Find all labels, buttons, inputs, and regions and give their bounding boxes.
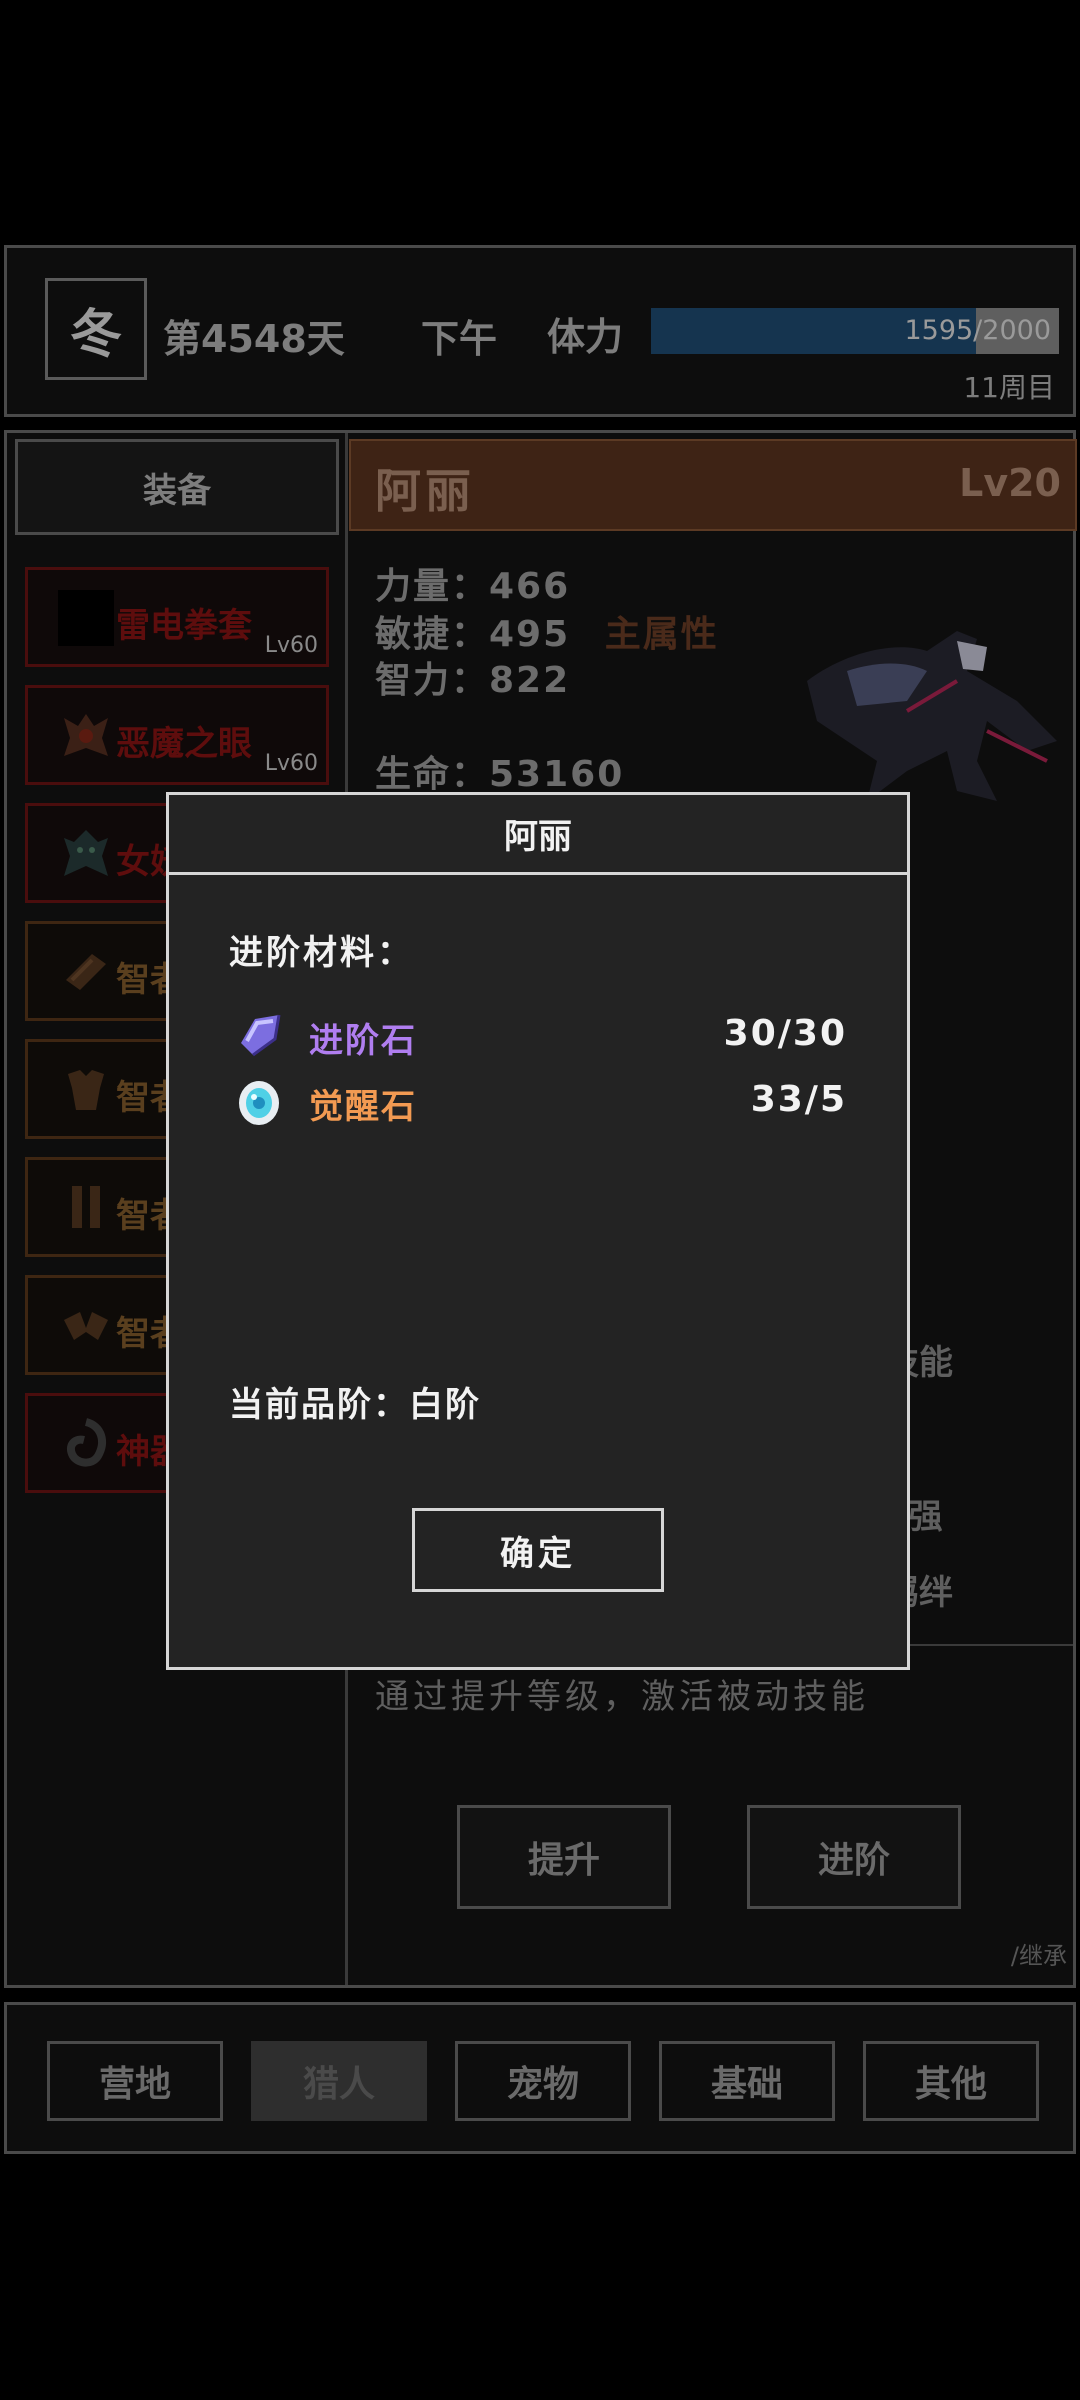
equipment-slot[interactable]: 雷电拳套 Lv60 xyxy=(25,567,329,667)
passive-skill-hint: 通过提升等级，激活被动技能 xyxy=(375,1677,869,1717)
bottom-nav: 营地 猎人 宠物 基础 其他 xyxy=(4,2002,1076,2154)
stat-intelligence: 智力：822 xyxy=(375,660,571,701)
equipment-slot[interactable]: 恶魔之眼 Lv60 xyxy=(25,685,329,785)
shoulder-icon xyxy=(58,1298,114,1354)
banshee-icon xyxy=(58,826,114,882)
main-attribute-tag: 主属性 xyxy=(604,614,719,655)
advance-stone-icon xyxy=(233,1009,285,1061)
advance-dialog: 阿丽 进阶材料： 进阶石 30/30 觉醒石 33/5 当前品阶：白阶 确定 xyxy=(166,792,910,1670)
stamina-label: 体力 xyxy=(547,315,624,359)
bracer-icon xyxy=(58,944,114,1000)
equipment-level: Lv60 xyxy=(264,633,318,658)
season-badge: 冬 xyxy=(45,278,147,380)
stat-hp: 生命：53160 xyxy=(375,754,625,795)
time-of-day: 下午 xyxy=(421,317,498,361)
hero-level: Lv20 xyxy=(959,461,1061,505)
equipment-tab[interactable]: 装备 xyxy=(15,439,339,535)
material-name: 觉醒石 xyxy=(309,1087,417,1127)
material-row: 觉醒石 33/5 xyxy=(233,1073,847,1129)
stat-strength: 力量：466 xyxy=(375,566,571,607)
demon-eye-icon xyxy=(58,708,114,764)
equipment-name: 恶魔之眼 xyxy=(116,724,252,764)
nav-tab-pet[interactable]: 宠物 xyxy=(455,2041,631,2121)
nav-tab-camp[interactable]: 营地 xyxy=(47,2041,223,2121)
materials-label: 进阶材料： xyxy=(229,933,414,973)
gauntlet-icon xyxy=(58,590,114,646)
confirm-button[interactable]: 确定 xyxy=(412,1508,664,1592)
equipment-name: 雷电拳套 xyxy=(116,606,252,646)
material-count: 30/30 xyxy=(723,1013,847,1054)
upgrade-button[interactable]: 提升 xyxy=(457,1805,671,1909)
relic-icon xyxy=(58,1416,114,1472)
hero-header: 阿丽 Lv20 xyxy=(349,439,1077,531)
equipment-level: Lv60 xyxy=(264,751,318,776)
nav-tab-basic[interactable]: 基础 xyxy=(659,2041,835,2121)
stamina-text: 1595/2000 xyxy=(904,315,1051,346)
material-row: 进阶石 30/30 xyxy=(233,1007,847,1063)
hero-sprite xyxy=(787,611,1067,811)
awaken-stone-icon xyxy=(233,1075,285,1127)
current-grade: 当前品阶：白阶 xyxy=(229,1385,481,1425)
nav-tab-hunter[interactable]: 猎人 xyxy=(251,2041,427,2121)
material-count: 33/5 xyxy=(750,1079,847,1120)
armor-icon xyxy=(58,1062,114,1118)
advance-button[interactable]: 进阶 xyxy=(747,1805,961,1909)
stat-agility: 敏捷：495 主属性 xyxy=(375,605,719,657)
material-name: 进阶石 xyxy=(309,1021,417,1061)
dialog-title: 阿丽 xyxy=(169,795,907,875)
hero-name: 阿丽 xyxy=(375,464,475,518)
status-header: 冬 第4548天 下午 体力 1595/2000 11周目 xyxy=(4,245,1076,417)
boots-icon xyxy=(58,1180,114,1236)
stat-agility-value: 敏捷：495 xyxy=(375,614,571,655)
stamina-bar: 1595/2000 xyxy=(651,308,1059,354)
cycle-counter: 11周目 xyxy=(963,371,1055,404)
nav-tab-other[interactable]: 其他 xyxy=(863,2041,1039,2121)
day-counter: 第4548天 xyxy=(163,317,345,361)
inherit-link[interactable]: /继承 xyxy=(1011,1936,1067,1971)
